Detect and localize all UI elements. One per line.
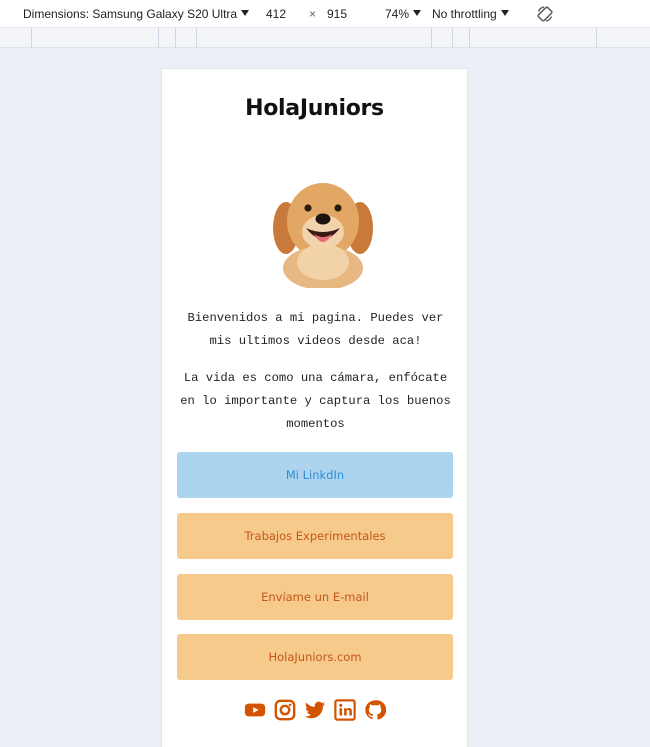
linkedin-button[interactable]: Mi LinkdIn bbox=[177, 452, 453, 498]
throttling-dropdown[interactable]: No throttling bbox=[432, 7, 509, 21]
page-title: HolaJuniors bbox=[245, 96, 384, 121]
device-dimensions-label: Dimensions: Samsung Galaxy S20 Ultra bbox=[23, 7, 238, 21]
email-button[interactable]: Envíame un E-mail bbox=[177, 574, 453, 620]
instagram-icon[interactable] bbox=[274, 699, 296, 721]
device-dimensions-dropdown[interactable]: Dimensions: Samsung Galaxy S20 Ultra bbox=[23, 7, 250, 21]
media-query-ruler bbox=[0, 28, 650, 48]
social-links bbox=[162, 699, 467, 721]
linkedin-icon[interactable] bbox=[333, 699, 356, 721]
twitter-icon[interactable] bbox=[304, 699, 326, 721]
devtools-device-toolbar: Dimensions: Samsung Galaxy S20 Ultra 412… bbox=[0, 0, 650, 28]
throttling-label: No throttling bbox=[432, 7, 497, 21]
chevron-down-icon bbox=[413, 10, 422, 16]
rotate-icon[interactable] bbox=[536, 5, 554, 23]
quote-text: La vida es como una cámara, enfócate en … bbox=[180, 371, 451, 431]
viewport-height-input[interactable]: 915 bbox=[327, 7, 347, 21]
zoom-dropdown[interactable]: 74% bbox=[385, 7, 422, 21]
chevron-down-icon bbox=[241, 10, 250, 16]
experimental-work-button[interactable]: Trabajos Experimentales bbox=[177, 513, 453, 559]
device-viewport: HolaJuniors Bienvenidos a mi pagina. Pue… bbox=[161, 68, 468, 747]
website-button[interactable]: HolaJuniors.com bbox=[177, 634, 453, 680]
chevron-down-icon bbox=[500, 10, 509, 16]
dog-avatar-image bbox=[273, 183, 373, 288]
github-icon[interactable] bbox=[364, 699, 386, 721]
zoom-label: 74% bbox=[385, 7, 410, 21]
intro-text: Bienvenidos a mi pagina. Puedes ver mis … bbox=[187, 311, 444, 348]
viewport-width-input[interactable]: 412 bbox=[266, 7, 286, 21]
youtube-icon[interactable] bbox=[244, 699, 266, 721]
dimension-separator: × bbox=[309, 7, 317, 21]
